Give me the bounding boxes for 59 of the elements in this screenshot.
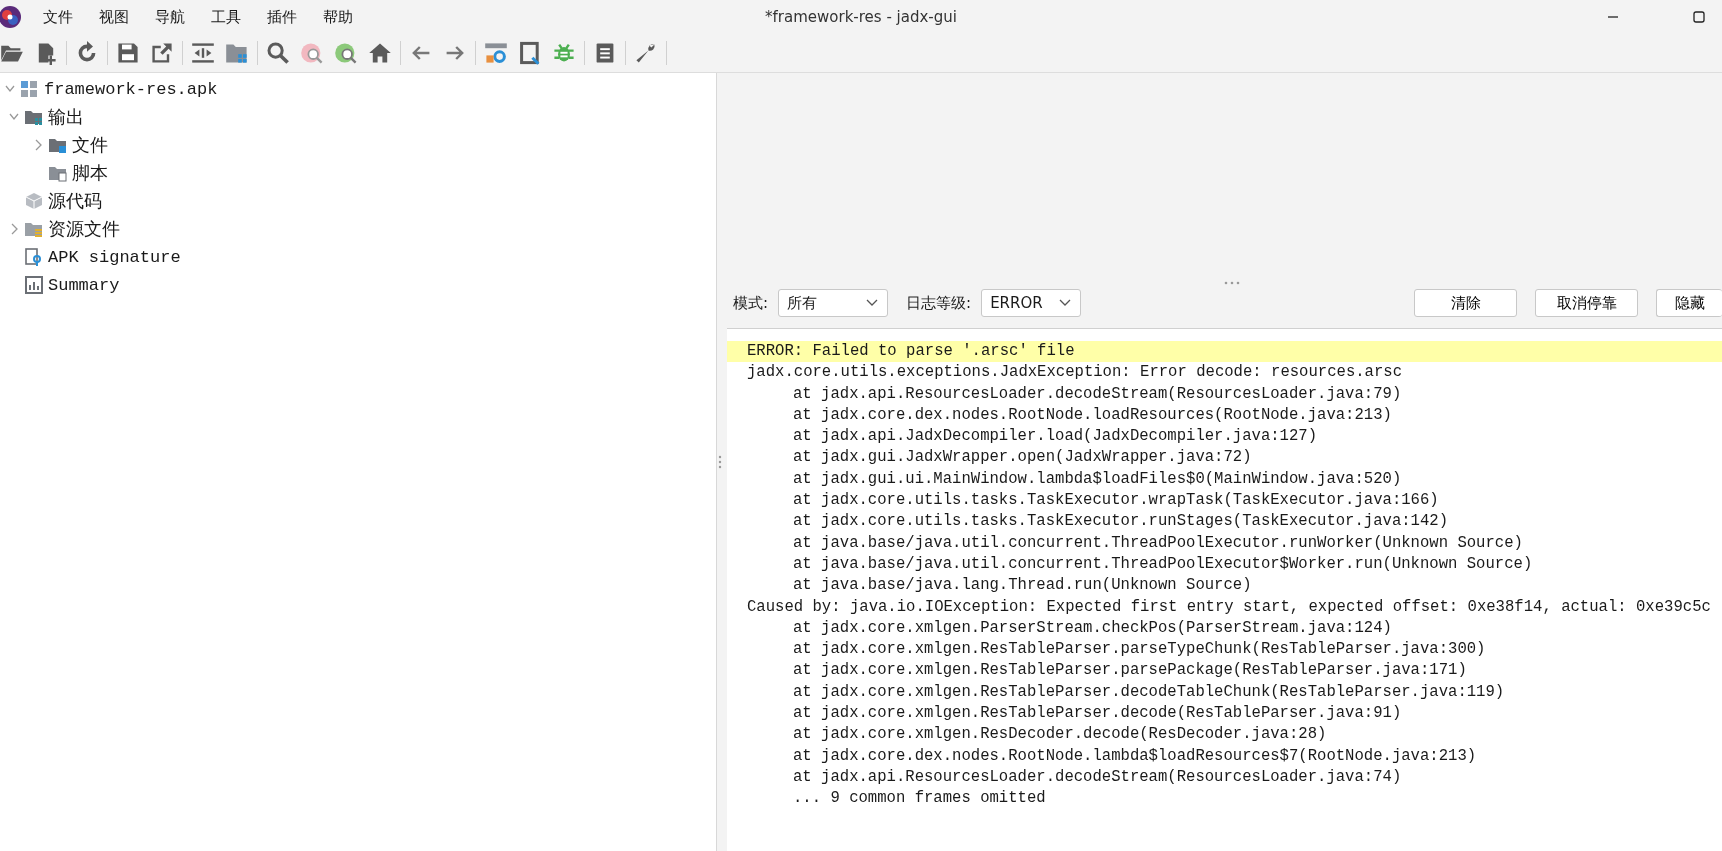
tree-item[interactable]: framework-res.apk [44,79,218,99]
search-class-icon[interactable] [300,41,324,65]
edit-doc-icon[interactable] [518,41,542,65]
log-line: at jadx.core.xmlgen.ResTableParser.parseTypeChunk(ResTableParser.java:300) [792,639,1487,661]
log-line: at jadx.api.JadxDecompiler.load(JadxDecompiler.java:127) [792,426,1319,448]
log-line: at java.base/java.lang.Thread.run(Unknown Source) [792,575,1253,597]
log-line: at jadx.api.ResourcesLoader.decodeStream(ResourcesLoader.java:74) [792,766,1403,788]
chevron-down-icon[interactable] [865,298,880,308]
window-title: *framework-res - jadx-gui [765,8,957,26]
log-line: at jadx.gui.JadxWrapper.open(JadxWrapper.java:72) [792,447,1253,469]
export-icon[interactable] [150,41,174,65]
expand-icon[interactable] [191,41,215,65]
toolbar-button[interactable]: 取消停靠 [1535,289,1638,317]
search-icon[interactable] [266,41,290,65]
log-line: at java.base/java.util.concurrent.ThreadPoolExecutor$Worker.run(Unknown Source) [792,553,1534,575]
grip-icon[interactable] [1222,280,1241,286]
menu-item[interactable]: 插件 [256,3,308,31]
tree-item[interactable]: 脚本 [72,161,108,185]
log-line: at jadx.core.xmlgen.ResTableParser.parsePackage(ResTableParser.java:171) [792,660,1468,682]
log-line: ... 9 common frames omitted [792,788,1047,810]
menu-item[interactable]: 工具 [200,3,252,31]
tree-item[interactable]: APK signature [48,247,181,267]
home-icon[interactable] [368,41,392,65]
toolbar-button[interactable]: 清除 [1414,289,1517,317]
log-line: at jadx.core.xmlgen.ResDecoder.decode(ResDecoder.java:28) [792,724,1328,746]
mode-label: 模式: [733,293,769,313]
tree-item[interactable]: 输出 [48,105,84,129]
grip-icon[interactable] [718,454,722,470]
log-level-label: 日志等级: [906,293,972,313]
log-line: at jadx.core.xmlgen.ResTableParser.decodeTableChunk(ResTableParser.java:119) [792,681,1506,703]
log-line: at jadx.api.ResourcesLoader.decodeStream(ResourcesLoader.java:79) [792,383,1403,405]
tree-item[interactable]: Summary [48,275,120,295]
tree-item[interactable]: 源代码 [48,189,102,213]
menu-item[interactable]: 文件 [32,3,84,31]
log-line: at jadx.core.dex.nodes.RootNode.lambda$loadResources$7(RootNode.java:213) [792,745,1478,767]
log-line: at jadx.core.utils.tasks.TaskExecutor.runStages(TaskExecutor.java:142) [792,511,1450,533]
log-line: at java.base/java.util.concurrent.ThreadPoolExecutor.runWorker(Unknown Source) [792,532,1524,554]
menu-item[interactable]: 导航 [144,3,196,31]
log-line: jadx.core.utils.exceptions.JadxException: Error decode: resources.arsc [746,362,1404,384]
document-key-icon [24,247,44,267]
log-line: at jadx.core.dex.nodes.RootNode.loadResources(RootNode.java:213) [792,404,1393,426]
log-line: at jadx.core.xmlgen.ResTableParser.decode(ResTableParser.java:91) [792,703,1403,725]
grid-icon [20,79,40,99]
menu-item[interactable]: 帮助 [312,3,364,31]
tree-item[interactable]: 资源文件 [48,217,120,241]
toolbar-button[interactable]: 隐藏 [1656,289,1722,317]
log-line: Caused by: java.io.IOException: Expected first entry start, expected offset: 0xe38f14, actual: 0xe39c5c [746,596,1712,618]
mode-dropdown[interactable]: 所有 [778,289,889,317]
chart-icon [24,275,44,295]
log-line: at jadx.core.xmlgen.ParserStream.checkPos(ParserStream.java:124) [792,617,1393,639]
log-level-dropdown[interactable]: ERROR [981,289,1082,317]
log-line: at jadx.gui.ui.MainWindow.lambda$loadFiles$0(MainWindow.java:520) [792,468,1403,490]
chevron-down-icon[interactable] [1058,298,1073,308]
log-line: at jadx.core.utils.tasks.TaskExecutor.wrapTask(TaskExecutor.java:166) [792,490,1440,512]
save-icon[interactable] [116,41,140,65]
tree-item[interactable]: 文件 [72,133,108,157]
search-usage-icon[interactable] [334,41,358,65]
menu-item[interactable]: 视图 [88,3,140,31]
cube-icon [24,191,44,211]
